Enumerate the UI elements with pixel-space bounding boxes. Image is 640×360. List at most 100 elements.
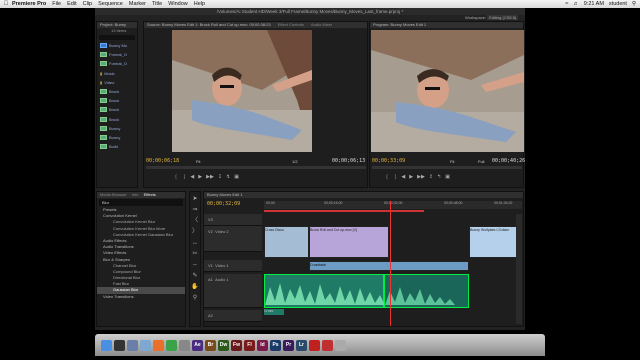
- chrome-icon[interactable]: [166, 339, 177, 351]
- after-effects-icon[interactable]: Ae: [192, 339, 203, 351]
- zoom-icon[interactable]: ⚲: [191, 294, 199, 302]
- menu-title[interactable]: Title: [152, 1, 162, 7]
- play-icon[interactable]: ▶: [198, 174, 202, 180]
- flash-icon[interactable]: Fl: [244, 339, 255, 351]
- audio-mixer-tab[interactable]: Audio Mixer: [311, 22, 332, 27]
- list-item[interactable]: Brock: [97, 105, 137, 114]
- audio-clip[interactable]: [264, 274, 385, 308]
- list-item[interactable]: Brock: [97, 96, 137, 105]
- timeline-tab[interactable]: Bunny Moves Edit 1: [204, 192, 523, 198]
- list-item[interactable]: Brock: [97, 87, 137, 96]
- play-icon[interactable]: ▶: [409, 174, 413, 180]
- menu-help[interactable]: Help: [194, 1, 205, 7]
- camera-icon[interactable]: ▣: [234, 174, 239, 180]
- user-menu[interactable]: student: [609, 1, 627, 7]
- list-item[interactable]: Bunny Mo: [97, 41, 137, 50]
- rate-stretch-icon[interactable]: ↔: [191, 239, 199, 247]
- razor-icon[interactable]: ✂: [191, 250, 199, 258]
- menu-sequence[interactable]: Sequence: [98, 1, 123, 7]
- program-scale-select[interactable]: Full: [478, 159, 484, 164]
- fx-video-transitions[interactable]: Video Transitions: [97, 294, 185, 300]
- video-clip[interactable]: Bunny Wolfplate.CGdiam: [469, 226, 522, 258]
- list-item[interactable]: Bunny: [97, 124, 137, 133]
- track-header-v3[interactable]: V3: [204, 214, 262, 226]
- finder-icon[interactable]: [101, 339, 112, 351]
- audio-clip[interactable]: Cross: [264, 309, 284, 315]
- source-time-ruler[interactable]: [146, 166, 366, 169]
- stop-icon[interactable]: [322, 339, 333, 351]
- bridge-icon[interactable]: Br: [205, 339, 216, 351]
- mark-out-icon[interactable]: ❳: [182, 174, 186, 180]
- extract-icon[interactable]: ↰: [437, 174, 441, 180]
- slip-icon[interactable]: ⇔: [191, 261, 199, 269]
- list-item[interactable]: ▮ Video: [97, 78, 137, 87]
- pen-icon[interactable]: ✎: [191, 272, 199, 280]
- insert-icon[interactable]: ↧: [218, 174, 222, 180]
- video-clip[interactable]: Brock Roll and Cut up.mov [V]: [309, 226, 389, 258]
- dashboard-icon[interactable]: [114, 339, 125, 351]
- menu-edit[interactable]: Edit: [67, 1, 76, 7]
- step-back-icon[interactable]: ◀: [401, 174, 405, 180]
- photoshop-icon[interactable]: Ps: [270, 339, 281, 351]
- list-item[interactable]: Build: [97, 142, 137, 151]
- track-header-v2[interactable]: V2 Video 2: [204, 226, 262, 252]
- tab-info[interactable]: Info: [132, 192, 139, 197]
- menu-clip[interactable]: Clip: [83, 1, 92, 7]
- mission-control-icon[interactable]: [127, 339, 138, 351]
- source-timecode[interactable]: 00;00;06;18: [146, 158, 179, 164]
- list-item[interactable]: Bunny: [97, 133, 137, 142]
- spotlight-icon[interactable]: ⚲: [632, 1, 636, 7]
- track-header-v1[interactable]: V1 Video 1: [204, 260, 262, 272]
- indesign-icon[interactable]: Id: [257, 339, 268, 351]
- work-area-bar[interactable]: [264, 210, 424, 212]
- track-select-icon[interactable]: ⇒: [191, 206, 199, 214]
- source-scale-select[interactable]: 1/2: [292, 159, 298, 164]
- video-clip[interactable]: Crossfade: [309, 261, 469, 271]
- video-clip[interactable]: Cross Disso: [264, 226, 309, 258]
- step-forward-icon[interactable]: ▶▶: [206, 174, 214, 180]
- tab-effects[interactable]: Effects: [144, 192, 156, 197]
- list-item[interactable]: Format_O: [97, 59, 137, 68]
- workspace-switcher[interactable]: Workspace: Editing (CS5.5): [465, 15, 519, 20]
- mail-icon[interactable]: [140, 339, 151, 351]
- wifi-icon[interactable]: ≈: [565, 1, 568, 7]
- premiere-icon[interactable]: Pr: [283, 339, 294, 351]
- program-timecode[interactable]: 00;00;33;09: [372, 158, 405, 164]
- timeline-scrollbar[interactable]: [516, 214, 522, 324]
- menu-marker[interactable]: Marker: [129, 1, 146, 7]
- ripple-edit-icon[interactable]: 〈: [191, 217, 199, 225]
- camera-icon[interactable]: ▣: [445, 174, 450, 180]
- timeline-ruler[interactable]: 00;00 00;00;16;00 00;00;32;00 00;00;48;0…: [264, 201, 522, 209]
- rolling-edit-icon[interactable]: 〉: [191, 228, 199, 236]
- dreamweaver-icon[interactable]: Dw: [218, 339, 229, 351]
- firefox-icon[interactable]: [153, 339, 164, 351]
- timeline-timecode[interactable]: 00;00;32;09: [207, 201, 240, 207]
- step-forward-icon[interactable]: ▶▶: [417, 174, 425, 180]
- overwrite-icon[interactable]: ↯: [226, 174, 230, 180]
- mark-in-icon[interactable]: ❲: [385, 174, 389, 180]
- program-tab[interactable]: Program: Bunny Moves Edit 1: [370, 22, 523, 28]
- menu-window[interactable]: Window: [168, 1, 188, 7]
- program-time-ruler[interactable]: [372, 166, 522, 169]
- acrobat-icon[interactable]: [309, 339, 320, 351]
- volume-icon[interactable]: ♬: [573, 1, 579, 7]
- menu-file[interactable]: File: [52, 1, 61, 7]
- selection-tool-icon[interactable]: ➤: [191, 195, 199, 203]
- step-back-icon[interactable]: ◀: [190, 174, 194, 180]
- trash-icon[interactable]: [335, 339, 346, 351]
- lightroom-icon[interactable]: Lr: [296, 339, 307, 351]
- playhead[interactable]: [390, 201, 391, 326]
- mark-in-icon[interactable]: ❲: [174, 174, 178, 180]
- project-search[interactable]: [99, 35, 135, 40]
- track-header-a1[interactable]: A1 Audio 1: [204, 274, 262, 308]
- hand-icon[interactable]: ✋: [191, 283, 199, 291]
- app-menu[interactable]: Premiere Pro: [12, 1, 46, 7]
- lift-icon[interactable]: ↥: [429, 174, 433, 180]
- effect-controls-tab[interactable]: Effect Controls: [278, 22, 304, 27]
- mark-out-icon[interactable]: ❳: [393, 174, 397, 180]
- tab-media-browser[interactable]: Media Browser: [100, 192, 127, 197]
- program-fit-select[interactable]: Fit: [450, 159, 454, 164]
- fireworks-icon[interactable]: Fw: [231, 339, 242, 351]
- track-header-a2[interactable]: A2: [204, 310, 262, 322]
- clock[interactable]: 9:21 AM: [584, 1, 604, 7]
